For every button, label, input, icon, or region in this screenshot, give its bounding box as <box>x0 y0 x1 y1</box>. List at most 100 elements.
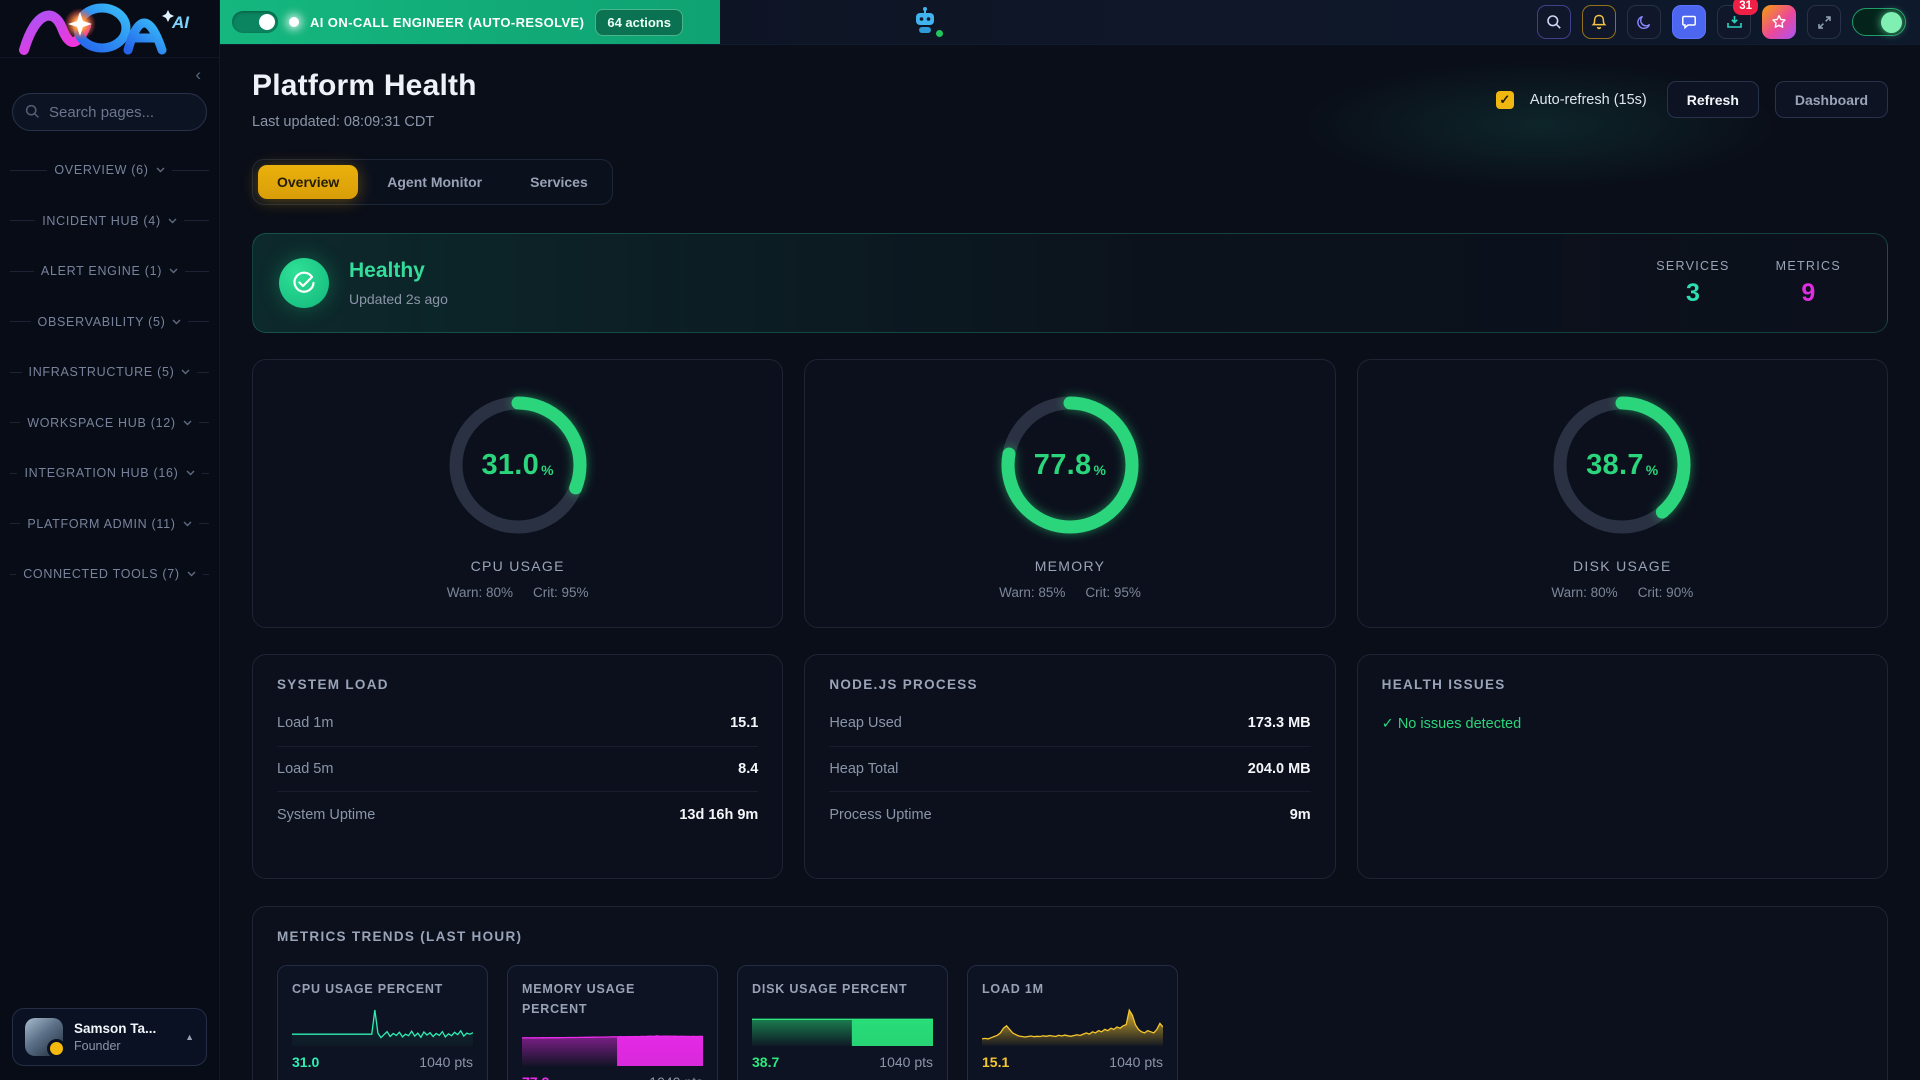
agent-toggle[interactable] <box>232 11 278 33</box>
chat-icon[interactable] <box>1672 5 1706 39</box>
nav-item-label: OVERVIEW (6) <box>54 163 148 177</box>
sparkline-chart <box>752 1008 933 1046</box>
chevron-down-icon <box>187 571 196 577</box>
sidebar-item-workspace-hub-12[interactable]: WORKSPACE HUB (12) <box>10 398 209 449</box>
online-status-dot <box>933 27 946 40</box>
dashboard-button[interactable]: Dashboard <box>1775 81 1888 118</box>
nav-item-label: ALERT ENGINE (1) <box>41 264 162 278</box>
no-issues-message: ✓ No issues detected <box>1382 716 1863 732</box>
toggle-knob <box>1881 12 1902 33</box>
logo-graphic: AI <box>10 2 210 56</box>
tabs: Overview Agent Monitor Services <box>252 159 613 205</box>
metric-value: 15.1 <box>730 715 758 731</box>
sidebar-collapse-icon[interactable]: ‹ <box>195 66 201 83</box>
nova-ai-logo[interactable]: AI <box>0 0 219 58</box>
topbar: AI ON-CALL ENGINEER (AUTO-RESOLVE) 64 ac… <box>220 0 1920 45</box>
trend-card: CPU USAGE PERCENT 31.0 1040 pts <box>277 965 488 1080</box>
info-metric-row: Heap Used 173.3 MB <box>829 701 1310 747</box>
tab-overview[interactable]: Overview <box>258 165 358 199</box>
info-metric-row: Load 5m 8.4 <box>277 747 758 793</box>
trend-points-count: 1040 pts <box>419 1054 473 1070</box>
theme-toggle[interactable] <box>1852 8 1906 36</box>
agent-status-bar: AI ON-CALL ENGINEER (AUTO-RESOLVE) 64 ac… <box>220 0 720 44</box>
info-metric-row: Process Uptime 9m <box>829 792 1310 838</box>
sidebar-item-alert-engine-1[interactable]: ALERT ENGINE (1) <box>10 246 209 297</box>
refresh-button[interactable]: Refresh <box>1667 81 1759 118</box>
auto-refresh-checkbox[interactable]: ✓ <box>1496 91 1514 109</box>
tab-services[interactable]: Services <box>511 165 607 199</box>
banner-stat: METRICS 9 <box>1776 259 1841 308</box>
sidebar-item-connected-tools-7[interactable]: CONNECTED TOOLS (7) <box>10 549 209 600</box>
user-profile[interactable]: Samson Ta... Founder ▲ <box>12 1008 207 1066</box>
page-title: Platform Health <box>252 69 477 103</box>
metric-value: 173.3 MB <box>1248 715 1311 731</box>
sidebar-item-observability-5[interactable]: OBSERVABILITY (5) <box>10 297 209 348</box>
crit-threshold: Crit: 95% <box>533 585 589 600</box>
agent-label: AI ON-CALL ENGINEER (AUTO-RESOLVE) <box>310 15 584 30</box>
warn-threshold: Warn: 80% <box>1551 585 1617 600</box>
tab-agent-monitor[interactable]: Agent Monitor <box>368 165 501 199</box>
metric-label: System Uptime <box>277 807 375 823</box>
actions-badge: 64 actions <box>595 9 683 36</box>
info-card: SYSTEM LOAD Load 1m 15.1 Load 5m 8.4 Sys… <box>252 654 783 879</box>
sidebar-item-overview-6[interactable]: OVERVIEW (6) <box>10 145 209 196</box>
trend-title: DISK USAGE PERCENT <box>752 979 933 999</box>
metric-label: Heap Total <box>829 761 898 777</box>
sidebar-search <box>12 93 207 131</box>
sidebar-item-infrastructure-5[interactable]: INFRASTRUCTURE (5) <box>10 347 209 398</box>
chevron-down-icon <box>183 420 192 426</box>
gauge-value: 77.8% <box>990 385 1150 545</box>
sidebar-item-incident-hub-4[interactable]: INCIDENT HUB (4) <box>10 196 209 247</box>
nav-item-label: INFRASTRUCTURE (5) <box>29 365 175 379</box>
status-updated: Updated 2s ago <box>349 291 448 307</box>
warn-threshold: Warn: 85% <box>999 585 1065 600</box>
trend-title: MEMORY USAGE PERCENT <box>522 979 703 1019</box>
gauge-value: 31.0% <box>438 385 598 545</box>
trend-value: 31.0 <box>292 1054 319 1070</box>
trend-card: DISK USAGE PERCENT 38.7 1040 pts <box>737 965 948 1080</box>
trends-title: METRICS TRENDS (LAST HOUR) <box>277 929 1863 944</box>
banner-stat: SERVICES 3 <box>1656 259 1729 308</box>
gauge-thresholds: Warn: 80% Crit: 90% <box>1551 585 1693 600</box>
info-metric-row: Heap Total 204.0 MB <box>829 747 1310 793</box>
info-card-rows: Heap Used 173.3 MB Heap Total 204.0 MB P… <box>829 701 1310 838</box>
expand-icon[interactable] <box>1807 5 1841 39</box>
metrics-trends-panel: METRICS TRENDS (LAST HOUR) CPU USAGE PER… <box>252 906 1888 1080</box>
agent-active-dot <box>289 17 299 27</box>
search-icon[interactable] <box>1537 5 1571 39</box>
svg-text:AI: AI <box>171 13 190 32</box>
chevron-down-icon <box>181 369 190 375</box>
main-area: AI ON-CALL ENGINEER (AUTO-RESOLVE) 64 ac… <box>220 0 1920 1080</box>
avatar <box>25 1018 63 1056</box>
metric-value: 8.4 <box>738 761 758 777</box>
nav-item-label: CONNECTED TOOLS (7) <box>23 567 180 581</box>
inbox-tray-icon[interactable]: 31 <box>1717 5 1751 39</box>
stat-value: 3 <box>1656 279 1729 308</box>
crit-threshold: Crit: 95% <box>1085 585 1141 600</box>
trend-points-count: 1040 pts <box>879 1054 933 1070</box>
sparkline-chart <box>982 1008 1163 1046</box>
auto-refresh-label: Auto-refresh (15s) <box>1530 92 1647 108</box>
info-card-title: HEALTH ISSUES <box>1382 677 1863 692</box>
gauge-label: DISK USAGE <box>1573 558 1672 574</box>
sidebar-item-integration-hub-16[interactable]: INTEGRATION HUB (16) <box>10 448 209 499</box>
nav-item-label: PLATFORM ADMIN (11) <box>27 517 175 531</box>
info-card-rows: ✓ No issues detected <box>1382 716 1863 732</box>
star-icon[interactable] <box>1762 5 1796 39</box>
info-row: SYSTEM LOAD Load 1m 15.1 Load 5m 8.4 Sys… <box>252 654 1888 879</box>
sidebar: AI ‹ OVERVIEW (6) INCIDENT HUB (4) ALERT… <box>0 0 220 1080</box>
chevron-down-icon <box>168 218 177 224</box>
metric-label: Heap Used <box>829 715 902 731</box>
metric-label: Load 1m <box>277 715 333 731</box>
assistant-robot-icon[interactable] <box>910 6 942 38</box>
gauge-card: 31.0% CPU USAGE Warn: 80% Crit: 95% <box>252 359 783 628</box>
status-banner: Healthy Updated 2s ago SERVICES 3 METRIC… <box>252 233 1888 333</box>
moon-icon[interactable] <box>1627 5 1661 39</box>
trend-value: 38.7 <box>752 1054 779 1070</box>
sidebar-item-platform-admin-11[interactable]: PLATFORM ADMIN (11) <box>10 499 209 550</box>
nav-item-label: INCIDENT HUB (4) <box>42 214 161 228</box>
search-input[interactable] <box>12 93 207 131</box>
trend-card: MEMORY USAGE PERCENT 77.8 1040 pts <box>507 965 718 1080</box>
bell-icon[interactable] <box>1582 5 1616 39</box>
chevron-down-icon <box>183 521 192 527</box>
